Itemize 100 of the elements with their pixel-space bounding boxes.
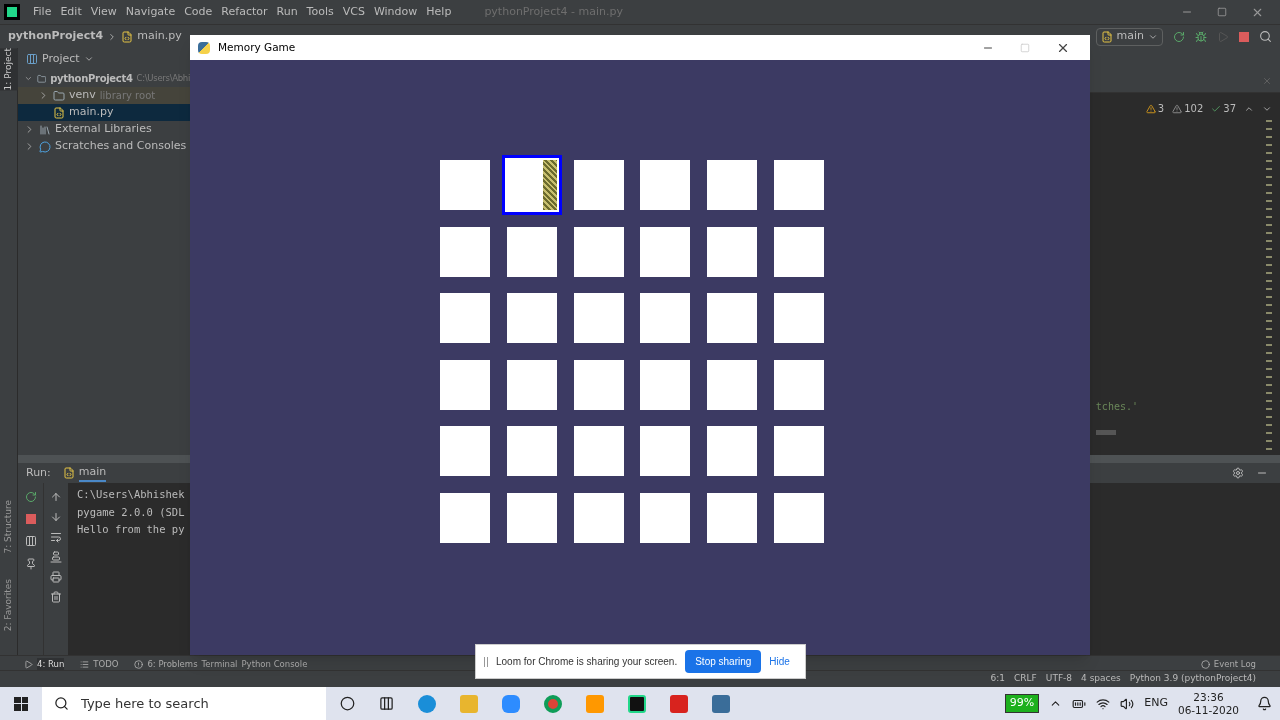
memory-card[interactable] xyxy=(573,492,624,543)
tree-hint: library root xyxy=(99,89,156,103)
python-file-icon xyxy=(53,106,65,119)
tree-item[interactable]: main.py xyxy=(18,104,190,121)
side-tab[interactable]: 2: Favorites xyxy=(0,578,18,632)
warning-icon[interactable] xyxy=(1172,103,1183,114)
typo-count: 37 xyxy=(1223,102,1236,116)
status-item[interactable]: Python 3.9 (pythonProject4) xyxy=(1129,672,1256,686)
check-icon[interactable] xyxy=(1211,103,1222,114)
pin-icon[interactable] xyxy=(24,558,37,570)
status-item[interactable]: CRLF xyxy=(1014,672,1037,686)
language-indicator[interactable]: ENG xyxy=(1144,695,1168,712)
memory-card[interactable] xyxy=(640,359,691,410)
debug-icon[interactable] xyxy=(1195,30,1207,43)
memory-card[interactable] xyxy=(707,492,758,543)
hatch-stripe xyxy=(542,160,557,210)
memory-card[interactable] xyxy=(573,293,624,344)
stop-icon[interactable] xyxy=(25,514,36,524)
tool-tab[interactable]: Python Console xyxy=(241,658,308,671)
rerun-icon[interactable] xyxy=(1173,30,1185,43)
print-icon[interactable] xyxy=(50,571,62,583)
memory-card[interactable] xyxy=(573,426,624,477)
python-file-icon xyxy=(1100,30,1113,43)
rerun-icon[interactable] xyxy=(24,491,37,503)
memory-card[interactable] xyxy=(573,226,624,277)
tree-item[interactable]: External Libraries xyxy=(18,121,190,138)
settings-icon[interactable] xyxy=(1232,467,1244,479)
memory-card[interactable] xyxy=(707,359,758,410)
menu-item[interactable]: Edit xyxy=(60,3,82,21)
notification-icon[interactable] xyxy=(1257,696,1272,711)
memory-card[interactable] xyxy=(506,492,557,543)
wifi-icon[interactable] xyxy=(1096,696,1111,711)
memory-card[interactable] xyxy=(573,359,624,410)
play-icon xyxy=(24,660,33,669)
side-tab[interactable]: 7: Structure xyxy=(0,500,18,554)
search-icon[interactable] xyxy=(1259,30,1272,43)
menu-item[interactable]: Window xyxy=(373,3,418,21)
memory-card[interactable] xyxy=(503,157,560,213)
library-icon xyxy=(39,123,51,136)
hide-button[interactable]: Hide xyxy=(769,654,790,669)
console-line: C:\Users\Abhishek xyxy=(77,487,186,502)
menu-item[interactable]: Navigate xyxy=(125,3,176,21)
volume-icon[interactable] xyxy=(1120,696,1135,711)
memory-card[interactable] xyxy=(640,293,691,344)
stop-icon[interactable] xyxy=(1239,31,1249,42)
menu-item[interactable]: Help xyxy=(426,3,452,21)
stop-sharing-button[interactable]: Stop sharing xyxy=(685,650,762,673)
warning-icon[interactable] xyxy=(1145,103,1156,114)
tool-tab[interactable]: 6: Problems xyxy=(147,658,198,671)
memory-card[interactable] xyxy=(640,226,691,277)
memory-card[interactable] xyxy=(506,359,557,410)
trash-icon[interactable] xyxy=(50,591,62,603)
task-view-icon[interactable] xyxy=(379,696,394,711)
breadcrumb[interactable]: main.py xyxy=(137,28,182,45)
tool-tab[interactable]: 4: Run xyxy=(37,658,65,671)
tree-item[interactable]: Scratches and Consoles xyxy=(18,138,190,155)
list-icon xyxy=(80,660,90,669)
tool-tab[interactable]: Terminal xyxy=(201,658,238,671)
memory-card[interactable] xyxy=(506,226,557,277)
scroll-end-icon[interactable] xyxy=(50,551,62,563)
menu-item[interactable]: VCS xyxy=(342,3,365,21)
memory-card[interactable] xyxy=(640,492,691,543)
run-config-dropdown[interactable]: main xyxy=(1095,27,1163,46)
ide-icon[interactable] xyxy=(628,694,646,713)
memory-card[interactable] xyxy=(506,426,557,477)
down-icon[interactable] xyxy=(50,511,62,523)
status-item[interactable]: 4 spaces xyxy=(1081,672,1121,686)
wrap-icon[interactable] xyxy=(50,531,62,543)
status-item[interactable]: UTF-8 xyxy=(1045,672,1073,686)
taskbar-search-field[interactable]: Type here to search xyxy=(42,687,326,720)
search-placeholder: Type here to search xyxy=(81,694,209,713)
tree-item[interactable]: venv library root xyxy=(18,87,190,104)
share-message: Loom for Chrome is sharing your screen. xyxy=(496,655,678,669)
menu-item[interactable]: Code xyxy=(184,3,213,21)
tool-tab[interactable]: Event Log xyxy=(1213,658,1256,671)
weak-warning-count: 102 xyxy=(1184,102,1204,116)
memory-card[interactable] xyxy=(707,226,758,277)
tree-label: venv xyxy=(69,87,96,104)
menu-item[interactable]: File xyxy=(33,3,52,21)
memory-card[interactable] xyxy=(640,426,691,477)
run-tab[interactable]: main xyxy=(78,463,107,483)
layout-icon[interactable] xyxy=(24,535,37,547)
memory-card[interactable] xyxy=(707,293,758,344)
dropdown-icon[interactable] xyxy=(83,54,94,64)
tool-tab[interactable]: TODO xyxy=(93,658,119,671)
menu-item[interactable]: Tools xyxy=(306,3,334,21)
circle-icon xyxy=(1200,660,1210,669)
menu-item[interactable]: Refactor xyxy=(221,3,268,21)
status-item[interactable]: 6:1 xyxy=(990,672,1006,686)
memory-card[interactable] xyxy=(707,426,758,477)
up-icon[interactable] xyxy=(50,491,62,503)
menu-item[interactable]: Run xyxy=(276,3,298,21)
breadcrumb[interactable]: pythonProject4 xyxy=(8,28,104,45)
menu-item[interactable]: View xyxy=(90,3,117,21)
circle-icon[interactable] xyxy=(340,696,355,711)
side-tab[interactable]: 1: Project xyxy=(0,48,18,91)
tree-label: main.py xyxy=(69,104,114,121)
maximize-icon[interactable] xyxy=(1217,7,1227,17)
panel-title[interactable]: Project xyxy=(42,50,80,68)
memory-card[interactable] xyxy=(506,293,557,344)
